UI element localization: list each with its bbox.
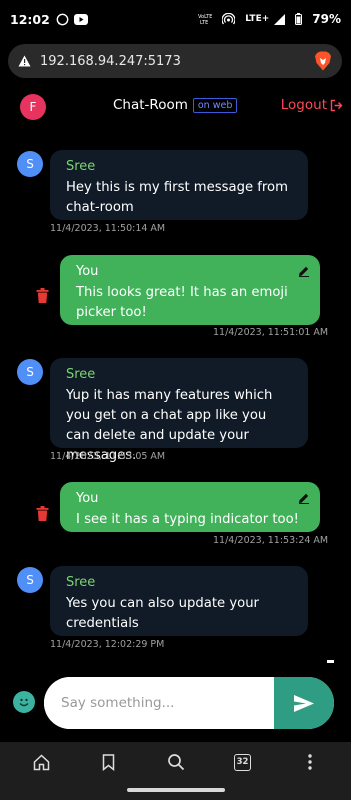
logout-label: Logout [280,97,327,113]
battery-icon [295,13,303,25]
message-timestamp: 11/4/2023, 11:53:24 AM [213,535,329,546]
volte-icon: VoLTE LTE [198,13,212,25]
message-timestamp: 11/4/2023, 12:02:29 PM [50,639,165,650]
bookmark-button[interactable] [89,742,129,782]
url-bar[interactable]: 192.168.94.247:5173 [8,44,342,78]
status-time: 12:02 [10,11,50,27]
message-bubble[interactable]: Sree Yes you can also update your creden… [50,566,308,636]
on-web-badge: on web [192,97,238,113]
app-title-group: Chat-Room on web [113,97,238,113]
message-list[interactable]: S Sree Hey this is my first message from… [0,128,351,668]
message-bubble[interactable]: Sree Yup it has many features which you … [50,358,308,463]
edit-icon[interactable] [298,265,310,277]
message-sender: Sree [66,367,96,382]
message-sender: You [76,264,99,279]
delete-icon[interactable] [36,288,49,303]
bookmark-icon [102,753,115,771]
message-avatar[interactable]: S [17,359,43,385]
message-sender: Sree [66,575,96,590]
search-icon [167,753,185,771]
message-bubble[interactable]: Sree Hey this is my first message from c… [50,150,308,220]
message-timestamp: 11/4/2023, 11:51:01 AM [213,327,329,338]
message-bubble-own[interactable]: You I see it has a typing indicator too! [60,482,320,532]
message-timestamp: 11/4/2023, 11:53:05 AM [50,451,166,462]
brave-lion-icon[interactable] [314,51,332,71]
smile-icon [16,694,32,710]
warning-icon[interactable] [18,55,31,67]
whatsapp-icon [56,13,69,26]
url-text[interactable]: 192.168.94.247:5173 [40,54,181,69]
logout-button[interactable]: Logout [281,97,343,113]
more-button[interactable] [290,742,330,782]
status-bar: 12:02 VoLTE LTE LTE+ 79% [0,0,351,38]
tabs-button[interactable]: 32 [223,742,263,782]
more-icon [307,754,312,770]
hotspot-icon [222,13,236,25]
home-button[interactable] [22,742,62,782]
home-icon [33,753,50,771]
message-avatar[interactable]: S [17,151,43,177]
app-header: F Chat-Room on web Logout [0,86,351,128]
message-timestamp: 11/4/2023, 11:50:14 AM [50,223,166,234]
youtube-icon [73,13,88,25]
send-icon [294,694,314,712]
logout-icon [330,99,343,112]
search-button[interactable] [156,742,196,782]
message-sender: Sree [66,159,96,174]
svg-text:LTE: LTE [200,20,208,25]
message-input[interactable] [44,677,274,729]
app-title: Chat-Room [113,97,188,113]
message-text: Hey this is my first message from chat-r… [66,180,288,215]
delete-icon[interactable] [36,506,49,521]
status-right-group: VoLTE LTE LTE+ 79% [198,12,341,26]
message-composer [44,677,334,729]
message-text: This looks great! It has an emoji picker… [76,285,288,320]
message-sender: You [76,491,99,506]
message-avatar[interactable]: S [17,567,43,593]
message-text: Yes you can also update your credentials [66,596,259,631]
send-button[interactable] [274,677,334,729]
network-label: LTE+ [245,14,270,24]
edit-icon[interactable] [298,492,310,504]
emoji-picker-button[interactable] [13,691,35,713]
message-bubble-own[interactable]: You This looks great! It has an emoji pi… [60,255,320,325]
battery-percent: 79% [312,12,341,26]
browser-bottom-nav: 32 [0,742,351,782]
tabs-icon: 32 [234,753,251,771]
message-text: I see it has a typing indicator too! [76,512,299,527]
scroll-indicator [327,660,334,663]
gesture-bar[interactable] [127,788,225,792]
user-avatar[interactable]: F [20,94,46,120]
signal-icon [274,13,286,25]
